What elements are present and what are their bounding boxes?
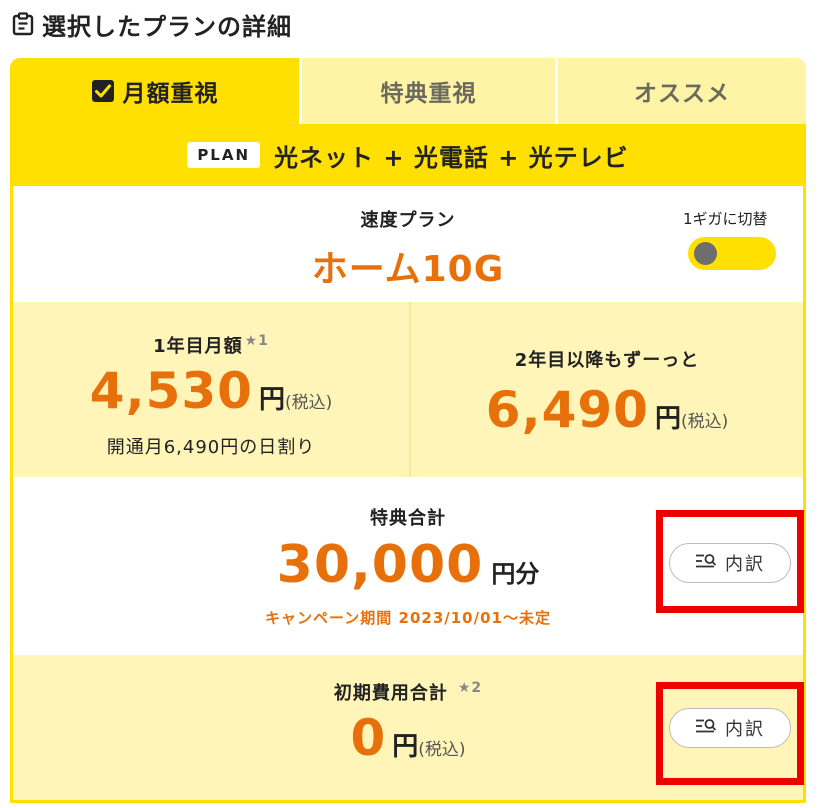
footnote-marker: ★1	[244, 333, 269, 349]
speed-plan-section: 速度プラン ホーム10G 1ギガに切替	[13, 186, 803, 302]
monthly-prices: 1年目月額 ★1 4,530 円(税込) 開通月6,490円の日割り 2年目以降もず…	[13, 302, 803, 477]
benefit-unit: 円分	[491, 560, 540, 588]
tab-label: 月額重視	[122, 81, 219, 107]
first-year-label-text: 1年目月額	[153, 336, 243, 357]
benefit-breakdown-button[interactable]: 内訳	[669, 543, 791, 583]
campaign-period: キャンペーン期間 2023/10/01〜未定	[265, 609, 551, 627]
tax-note: (税込)	[680, 412, 729, 432]
initial-cost-label: 初期費用合計 ★2	[13, 679, 803, 705]
tab-recommended[interactable]: オススメ	[555, 58, 806, 124]
list-search-icon	[695, 718, 717, 739]
yen-unit: 円	[392, 732, 419, 762]
first-year-amount: 4,530 円(税込)	[13, 362, 409, 420]
benefit-total-section: 特典合計 30,000 円分 キャンペーン期間 2023/10/01〜未定 内訳	[13, 477, 803, 655]
plan-detail-card: 月額重視 特典重視 オススメ PLAN 光ネット + 光電話 + 光テレビ 速度…	[10, 58, 806, 803]
plan-badge: PLAN	[187, 142, 261, 168]
breakdown-label: 内訳	[725, 554, 765, 575]
yen-unit: 円	[654, 404, 681, 434]
initial-cost-breakdown-button[interactable]: 内訳	[669, 708, 791, 748]
speed-plan-name: ホーム10G	[311, 249, 505, 290]
checkbox-checked-icon	[91, 79, 115, 103]
page-title: 選択したプランの詳細	[42, 12, 292, 41]
switch-1giga-toggle[interactable]	[688, 237, 776, 270]
list-search-icon	[695, 553, 717, 574]
breakdown-label: 内訳	[725, 719, 765, 740]
after-second-year-label: 2年目以降もずーっと	[514, 350, 700, 371]
benefit-amount-value: 30,000	[276, 535, 484, 595]
plan-title: 光ネット + 光電話 + 光テレビ	[274, 143, 629, 172]
tab-label: オススメ	[634, 81, 730, 107]
tab-monthly-priority[interactable]: 月額重視	[10, 58, 299, 124]
initial-cost-value: 0	[350, 709, 387, 767]
first-year-price: 1年目月額 ★1 4,530 円(税込) 開通月6,490円の日割り	[13, 302, 411, 477]
tab-benefit-priority[interactable]: 特典重視	[299, 58, 555, 124]
plan-bar: PLAN 光ネット + 光電話 + 光テレビ	[13, 124, 803, 186]
toggle-label: 1ギガに切替	[683, 210, 768, 228]
after-second-year-price: 2年目以降もずーっと 6,490 円(税込)	[411, 302, 803, 477]
footnote-marker: ★2	[457, 680, 483, 696]
toggle-knob	[694, 242, 717, 265]
first-year-label: 1年目月額 ★1	[13, 332, 409, 358]
plan-panel: PLAN 光ネット + 光電話 + 光テレビ 速度プラン ホーム10G 1ギガに…	[10, 124, 806, 803]
section-header: 選択したプランの詳細	[12, 8, 292, 41]
initial-cost-section: 初期費用合計 ★2 0 円(税込) 内訳	[13, 655, 803, 800]
after-amount-value: 6,490	[485, 381, 649, 439]
benefit-total-label: 特典合計	[370, 508, 446, 529]
plan-tabs: 月額重視 特典重視 オススメ	[10, 58, 806, 124]
first-month-prorate-note: 開通月6,490円の日割り	[106, 437, 316, 458]
tax-note: (税込)	[418, 740, 466, 760]
yen-unit: 円	[258, 385, 285, 415]
initial-cost-label-text: 初期費用合計	[333, 683, 448, 704]
first-year-amount-value: 4,530	[89, 362, 253, 420]
tab-label: 特典重視	[380, 81, 477, 107]
tax-note: (税込)	[284, 393, 333, 413]
after-second-year-amount: 6,490 円(税込)	[411, 381, 803, 439]
clipboard-icon	[12, 12, 34, 36]
